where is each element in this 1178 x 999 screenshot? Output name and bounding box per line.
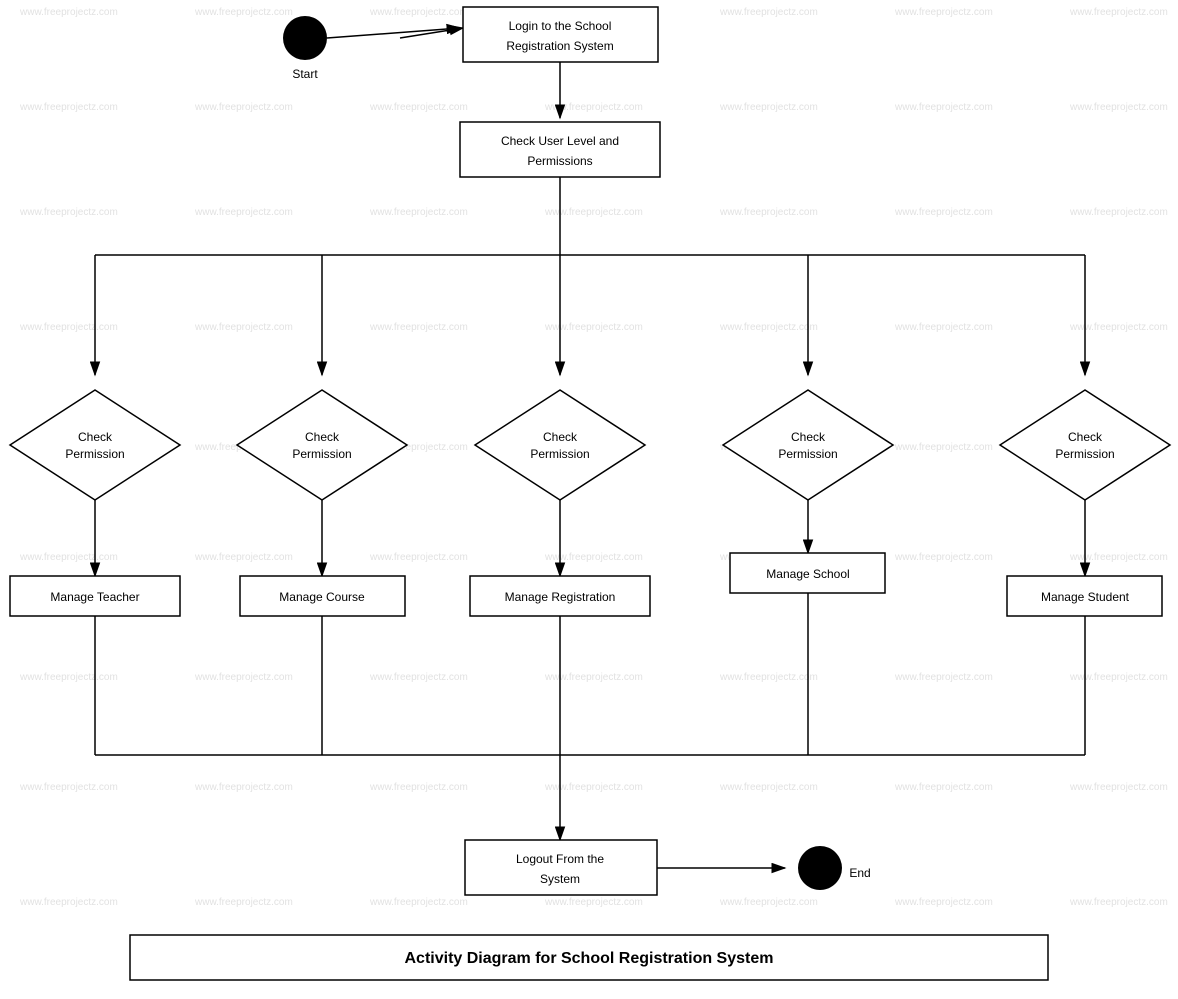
diamond1 (10, 390, 180, 500)
svg-text:www.freeprojectz.com: www.freeprojectz.com (544, 782, 643, 793)
svg-text:www.freeprojectz.com: www.freeprojectz.com (194, 102, 293, 113)
diamond5-text2: Permission (1055, 447, 1114, 461)
svg-text:www.freeprojectz.com: www.freeprojectz.com (1069, 552, 1168, 563)
manage-teacher-text: Manage Teacher (50, 590, 139, 604)
svg-text:www.freeprojectz.com: www.freeprojectz.com (369, 102, 468, 113)
diamond4-text2: Permission (778, 447, 837, 461)
diamond1-text1: Check (78, 430, 113, 444)
svg-text:www.freeprojectz.com: www.freeprojectz.com (194, 7, 293, 18)
diamond3 (475, 390, 645, 500)
svg-text:www.freeprojectz.com: www.freeprojectz.com (19, 782, 118, 793)
svg-text:www.freeprojectz.com: www.freeprojectz.com (1069, 207, 1168, 218)
svg-text:www.freeprojectz.com: www.freeprojectz.com (719, 7, 818, 18)
diagram-title: Activity Diagram for School Registration… (405, 950, 774, 967)
svg-text:www.freeprojectz.com: www.freeprojectz.com (894, 7, 993, 18)
svg-text:www.freeprojectz.com: www.freeprojectz.com (719, 102, 818, 113)
svg-text:www.freeprojectz.com: www.freeprojectz.com (369, 322, 468, 333)
svg-text:www.freeprojectz.com: www.freeprojectz.com (894, 102, 993, 113)
logout-text2: System (540, 872, 580, 886)
svg-text:www.freeprojectz.com: www.freeprojectz.com (719, 322, 818, 333)
start-label: Start (292, 67, 318, 81)
manage-registration-text: Manage Registration (505, 590, 616, 604)
check-user-level-box (460, 122, 660, 177)
svg-text:www.freeprojectz.com: www.freeprojectz.com (1069, 672, 1168, 683)
svg-text:www.freeprojectz.com: www.freeprojectz.com (894, 897, 993, 908)
svg-text:www.freeprojectz.com: www.freeprojectz.com (894, 207, 993, 218)
svg-text:www.freeprojectz.com: www.freeprojectz.com (1069, 102, 1168, 113)
svg-text:www.freeprojectz.com: www.freeprojectz.com (1069, 7, 1168, 18)
arrow-start-to-login (327, 28, 460, 38)
svg-text:www.freeprojectz.com: www.freeprojectz.com (894, 782, 993, 793)
svg-text:www.freeprojectz.com: www.freeprojectz.com (1069, 782, 1168, 793)
login-text-1: Login to the School (509, 19, 612, 33)
diamond3-text1: Check (543, 430, 578, 444)
svg-text:www.freeprojectz.com: www.freeprojectz.com (194, 897, 293, 908)
svg-text:www.freeprojectz.com: www.freeprojectz.com (544, 102, 643, 113)
manage-student-text: Manage Student (1041, 590, 1130, 604)
login-box (463, 7, 658, 62)
svg-text:www.freeprojectz.com: www.freeprojectz.com (369, 897, 468, 908)
svg-text:www.freeprojectz.com: www.freeprojectz.com (19, 102, 118, 113)
diamond2-text2: Permission (292, 447, 351, 461)
svg-text:www.freeprojectz.com: www.freeprojectz.com (544, 897, 643, 908)
start-circle (283, 16, 327, 60)
svg-text:www.freeprojectz.com: www.freeprojectz.com (719, 897, 818, 908)
svg-text:www.freeprojectz.com: www.freeprojectz.com (369, 782, 468, 793)
svg-text:www.freeprojectz.com: www.freeprojectz.com (894, 672, 993, 683)
svg-text:www.freeprojectz.com: www.freeprojectz.com (369, 672, 468, 683)
manage-course-text: Manage Course (279, 590, 365, 604)
diamond2 (237, 390, 407, 500)
svg-text:www.freeprojectz.com: www.freeprojectz.com (894, 322, 993, 333)
svg-text:www.freeprojectz.com: www.freeprojectz.com (894, 442, 993, 453)
svg-text:www.freeprojectz.com: www.freeprojectz.com (719, 782, 818, 793)
manage-school-text: Manage School (766, 567, 849, 581)
diamond1-text2: Permission (65, 447, 124, 461)
diagram-container: www.freeprojectz.com www.freeprojectz.co… (0, 0, 1178, 994)
svg-text:www.freeprojectz.com: www.freeprojectz.com (1069, 322, 1168, 333)
svg-text:www.freeprojectz.com: www.freeprojectz.com (544, 552, 643, 563)
svg-text:www.freeprojectz.com: www.freeprojectz.com (19, 552, 118, 563)
svg-text:www.freeprojectz.com: www.freeprojectz.com (719, 207, 818, 218)
svg-text:www.freeprojectz.com: www.freeprojectz.com (194, 672, 293, 683)
svg-text:www.freeprojectz.com: www.freeprojectz.com (19, 897, 118, 908)
svg-text:www.freeprojectz.com: www.freeprojectz.com (369, 207, 468, 218)
logout-box (465, 840, 657, 895)
svg-text:www.freeprojectz.com: www.freeprojectz.com (19, 322, 118, 333)
diamond5 (1000, 390, 1170, 500)
svg-text:www.freeprojectz.com: www.freeprojectz.com (194, 782, 293, 793)
check-user-level-text2: Permissions (527, 154, 592, 168)
svg-text:www.freeprojectz.com: www.freeprojectz.com (1069, 897, 1168, 908)
svg-text:www.freeprojectz.com: www.freeprojectz.com (194, 322, 293, 333)
login-text-2: Registration System (506, 39, 613, 53)
diamond2-text1: Check (305, 430, 340, 444)
svg-text:www.freeprojectz.com: www.freeprojectz.com (369, 7, 468, 18)
logout-text1: Logout From the (516, 852, 604, 866)
diamond5-text1: Check (1068, 430, 1103, 444)
diamond4-text1: Check (791, 430, 826, 444)
end-label: End (849, 866, 870, 880)
svg-text:www.freeprojectz.com: www.freeprojectz.com (544, 672, 643, 683)
check-user-level-text1: Check User Level and (501, 134, 619, 148)
diamond4 (723, 390, 893, 500)
svg-text:www.freeprojectz.com: www.freeprojectz.com (369, 552, 468, 563)
svg-text:www.freeprojectz.com: www.freeprojectz.com (544, 207, 643, 218)
svg-text:www.freeprojectz.com: www.freeprojectz.com (19, 207, 118, 218)
svg-text:www.freeprojectz.com: www.freeprojectz.com (894, 552, 993, 563)
end-circle (798, 846, 842, 890)
svg-text:www.freeprojectz.com: www.freeprojectz.com (194, 552, 293, 563)
svg-text:www.freeprojectz.com: www.freeprojectz.com (19, 672, 118, 683)
svg-text:www.freeprojectz.com: www.freeprojectz.com (719, 672, 818, 683)
svg-text:www.freeprojectz.com: www.freeprojectz.com (544, 322, 643, 333)
svg-text:www.freeprojectz.com: www.freeprojectz.com (194, 207, 293, 218)
diamond3-text2: Permission (530, 447, 589, 461)
svg-text:www.freeprojectz.com: www.freeprojectz.com (19, 7, 118, 18)
